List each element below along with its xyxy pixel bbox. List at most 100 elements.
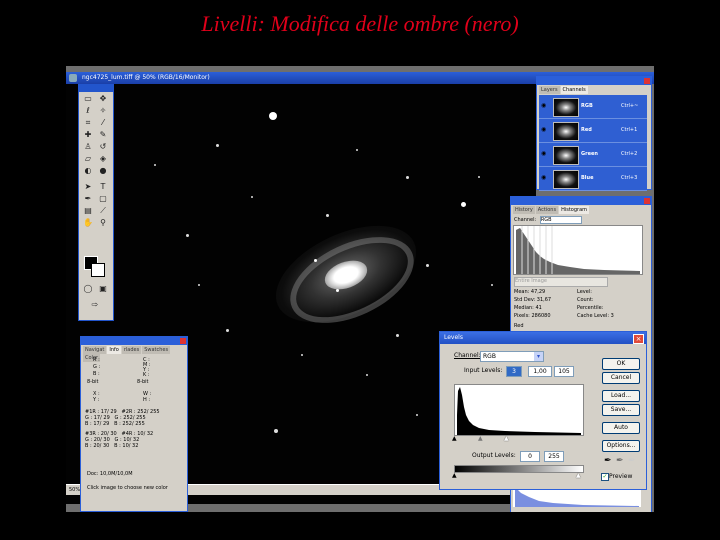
- info-color-readouts: R : G : B : 8-bit C : M : Y : K : 8-bit: [87, 357, 151, 385]
- tab-styles[interactable]: rlades: [121, 346, 142, 354]
- preview-label: Preview: [609, 473, 633, 480]
- screen-mode-icon[interactable]: ▣: [97, 284, 109, 294]
- dodge-tool-icon[interactable]: ●: [97, 166, 109, 176]
- eye-icon[interactable]: ◉: [541, 175, 549, 181]
- input-sliders[interactable]: ▲ ▲ ▲: [452, 435, 582, 442]
- star: [491, 284, 493, 286]
- info-sample-readouts: #1R : 17/ 29 #2R : 252/ 255 G : 17/ 29 G…: [85, 409, 160, 449]
- histogram-channel-select[interactable]: RGB: [539, 216, 582, 224]
- levels-channel-label: Channel:: [454, 352, 481, 359]
- channel-thumbnail: [553, 170, 579, 189]
- crop-tool-icon[interactable]: ⌗: [82, 118, 94, 128]
- eye-icon[interactable]: ◉: [541, 127, 549, 133]
- info-hint: Click image to choose new color: [87, 485, 168, 491]
- black-eyedropper-icon[interactable]: ✒: [604, 456, 612, 466]
- zoom-tool-icon[interactable]: ⚲: [97, 218, 109, 228]
- output-white-slider-icon[interactable]: ▲: [576, 472, 581, 479]
- black-point-slider-icon[interactable]: ▲: [452, 435, 457, 442]
- info-palette-tabs: Navigat Info rlades SwatchesColor: [83, 346, 185, 362]
- channels-palette: Layers Channels ◉ RGB Ctrl+~ ◉ Red Ctrl+1…: [536, 76, 652, 191]
- cancel-button[interactable]: Cancel: [602, 372, 640, 384]
- levels-title-bar[interactable]: Levels ×: [440, 332, 646, 344]
- output-levels-label: Output Levels:: [472, 452, 516, 459]
- fill-tool-icon[interactable]: ◈: [97, 154, 109, 164]
- star: [314, 259, 317, 262]
- channel-name: Blue: [581, 175, 594, 181]
- channel-thumbnail: [553, 146, 579, 165]
- photoshop-icon: [69, 74, 77, 82]
- marquee-tool-icon[interactable]: ▭: [82, 94, 94, 104]
- background-color-swatch[interactable]: [91, 263, 105, 277]
- notes-tool-icon[interactable]: ▤: [82, 206, 94, 216]
- histogram-source-select[interactable]: Entire Image: [514, 277, 608, 287]
- tab-info[interactable]: Info: [107, 346, 121, 354]
- channel-row-rgb[interactable]: ◉ RGB Ctrl+~: [539, 95, 647, 119]
- output-sliders[interactable]: ▲ ▲: [452, 472, 582, 479]
- history-brush-tool-icon[interactable]: ↺: [97, 142, 109, 152]
- brush-tool-icon[interactable]: ✎: [97, 130, 109, 140]
- white-point-slider-icon[interactable]: ▲: [504, 435, 509, 442]
- stamp-tool-icon[interactable]: ♙: [82, 142, 94, 152]
- toolbox: ▭ ✥ ℓ ✧ ⌗ ⁄ ✚ ✎ ♙ ↺ ▱ ◈ ◐ ● ➤ T ✒ ▢ ▤ ⟋ …: [78, 84, 114, 321]
- channel-row-blue[interactable]: ◉ Blue Ctrl+3: [539, 167, 647, 191]
- star: [216, 144, 219, 147]
- eraser-tool-icon[interactable]: ▱: [82, 154, 94, 164]
- channel-shortcut: Ctrl+1: [621, 127, 638, 133]
- close-icon[interactable]: ×: [633, 334, 644, 344]
- gray-eyedropper-icon[interactable]: ✒: [616, 456, 624, 466]
- preview-checkbox[interactable]: ✓: [601, 473, 609, 481]
- channel-row-red[interactable]: ◉ Red Ctrl+1: [539, 119, 647, 143]
- close-icon[interactable]: [644, 198, 650, 204]
- eyedropper-tool-icon[interactable]: ⟋: [97, 206, 109, 216]
- lasso-tool-icon[interactable]: ℓ: [82, 106, 94, 116]
- type-tool-icon[interactable]: T: [97, 182, 109, 192]
- tab-swatches[interactable]: Swatches: [142, 346, 171, 354]
- slice-tool-icon[interactable]: ⁄: [97, 118, 109, 128]
- tab-histogram[interactable]: Histogram: [559, 206, 589, 214]
- close-icon[interactable]: [180, 338, 186, 344]
- white-eyedropper-icon[interactable]: ✒: [628, 456, 636, 466]
- magic-wand-tool-icon[interactable]: ✧: [97, 106, 109, 116]
- tab-navigator[interactable]: Navigat: [83, 346, 107, 354]
- star: [226, 329, 229, 332]
- channels-palette-tabs: Layers Channels: [539, 86, 649, 94]
- tab-layers[interactable]: Layers: [539, 86, 560, 94]
- load-button[interactable]: Load...: [602, 390, 640, 402]
- ok-button[interactable]: OK: [602, 358, 640, 370]
- jump-to-imageready-icon[interactable]: ⇨: [89, 300, 101, 310]
- healing-tool-icon[interactable]: ✚: [82, 130, 94, 140]
- channel-row-green[interactable]: ◉ Green Ctrl+2: [539, 143, 647, 167]
- tab-channels[interactable]: Channels: [560, 86, 588, 94]
- input-gamma-field[interactable]: 1,00: [528, 366, 552, 377]
- tab-history[interactable]: History: [513, 206, 535, 214]
- channel-name: Green: [581, 151, 598, 157]
- options-button[interactable]: Options...: [602, 440, 640, 452]
- hand-tool-icon[interactable]: ✋: [82, 218, 94, 228]
- shape-tool-icon[interactable]: ▢: [97, 194, 109, 204]
- eye-icon[interactable]: ◉: [541, 103, 549, 109]
- input-black-field[interactable]: 3: [506, 366, 522, 377]
- levels-channel-select[interactable]: RGB ▾: [480, 351, 544, 362]
- auto-button[interactable]: Auto: [602, 422, 640, 434]
- tab-actions[interactable]: Actions: [535, 206, 559, 214]
- output-black-field[interactable]: 0: [520, 451, 540, 462]
- save-button[interactable]: Save...: [602, 404, 640, 416]
- levels-title: Levels: [444, 334, 463, 341]
- quick-mask-icon[interactable]: ◯: [82, 284, 94, 294]
- channel-thumbnail: [553, 98, 579, 117]
- eye-icon[interactable]: ◉: [541, 151, 549, 157]
- input-white-field[interactable]: 105: [554, 366, 574, 377]
- blur-tool-icon[interactable]: ◐: [82, 166, 94, 176]
- gamma-slider-icon[interactable]: ▲: [478, 435, 483, 442]
- move-tool-icon[interactable]: ✥: [97, 94, 109, 104]
- channel-shortcut: Ctrl+3: [621, 175, 638, 181]
- output-white-field[interactable]: 255: [544, 451, 564, 462]
- channel-thumbnail: [553, 122, 579, 141]
- star: [154, 164, 156, 166]
- path-select-tool-icon[interactable]: ➤: [82, 182, 94, 192]
- star: [396, 334, 399, 337]
- pen-tool-icon[interactable]: ✒: [82, 194, 94, 204]
- output-black-slider-icon[interactable]: ▲: [452, 472, 457, 479]
- channel-shortcut: Ctrl+~: [621, 103, 639, 109]
- close-icon[interactable]: [644, 78, 650, 84]
